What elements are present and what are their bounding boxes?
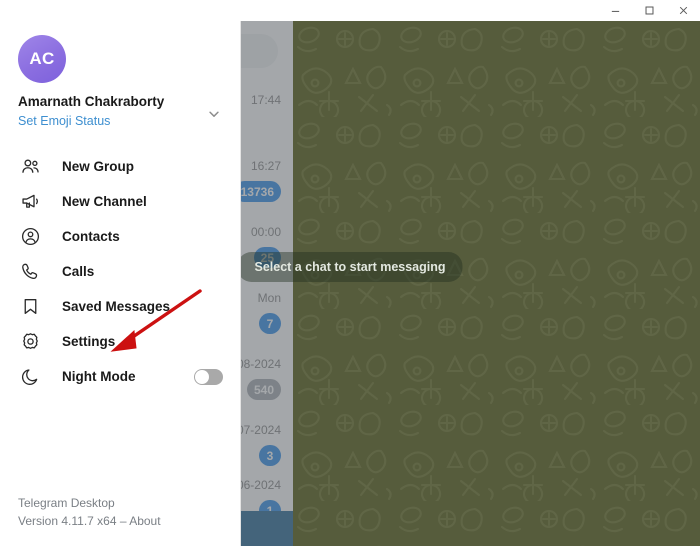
main-menu-panel: AC Amarnath Chakraborty Set Emoji Status…: [0, 21, 241, 546]
menu-item-label: Contacts: [62, 229, 120, 244]
profile-name: Amarnath Chakraborty: [18, 94, 165, 109]
saved-messages-icon: [18, 295, 42, 319]
avatar[interactable]: AC: [18, 35, 66, 83]
menu-item-settings[interactable]: Settings: [0, 324, 241, 359]
contacts-icon: [18, 225, 42, 249]
menu-item-night-mode[interactable]: Night Mode: [0, 359, 241, 394]
new-group-icon: [18, 155, 42, 179]
menu-item-label: Settings: [62, 334, 116, 349]
telegram-desktop-window: 17:44 not giv... 16:27 13736 00:00 25 o.…: [0, 0, 700, 546]
settings-gear-icon: [18, 330, 42, 354]
app-version[interactable]: Version 4.11.7 x64 – About: [18, 514, 161, 528]
menu-items-list: New Group New Channel Contacts Calls Sav…: [0, 149, 241, 394]
menu-item-new-group[interactable]: New Group: [0, 149, 241, 184]
night-mode-toggle[interactable]: [194, 368, 223, 385]
select-chat-placeholder: Select a chat to start messaging: [237, 252, 463, 282]
menu-item-label: Night Mode: [62, 369, 136, 384]
close-icon[interactable]: [666, 0, 700, 21]
menu-item-new-channel[interactable]: New Channel: [0, 184, 241, 219]
menu-item-contacts[interactable]: Contacts: [0, 219, 241, 254]
set-emoji-status-link[interactable]: Set Emoji Status: [18, 114, 110, 128]
menu-item-saved-messages[interactable]: Saved Messages: [0, 289, 241, 324]
app-footer: Telegram Desktop Version 4.11.7 x64 – Ab…: [18, 496, 161, 528]
menu-item-label: Saved Messages: [62, 299, 171, 314]
menu-item-calls[interactable]: Calls: [0, 254, 241, 289]
night-mode-moon-icon: [18, 365, 42, 389]
window-title-bar: [0, 0, 700, 21]
new-channel-icon: [18, 190, 42, 214]
wallpaper-dim-overlay: [293, 21, 700, 546]
menu-item-label: New Channel: [62, 194, 147, 209]
menu-item-label: New Group: [62, 159, 135, 174]
maximize-icon[interactable]: [632, 0, 666, 21]
profile-header[interactable]: AC Amarnath Chakraborty Set Emoji Status: [0, 21, 241, 143]
menu-item-label: Calls: [62, 264, 95, 279]
chevron-down-icon[interactable]: [203, 103, 225, 125]
app-name: Telegram Desktop: [18, 496, 115, 510]
minimize-icon[interactable]: [598, 0, 632, 21]
calls-icon: [18, 260, 42, 284]
toggle-knob: [195, 369, 209, 384]
